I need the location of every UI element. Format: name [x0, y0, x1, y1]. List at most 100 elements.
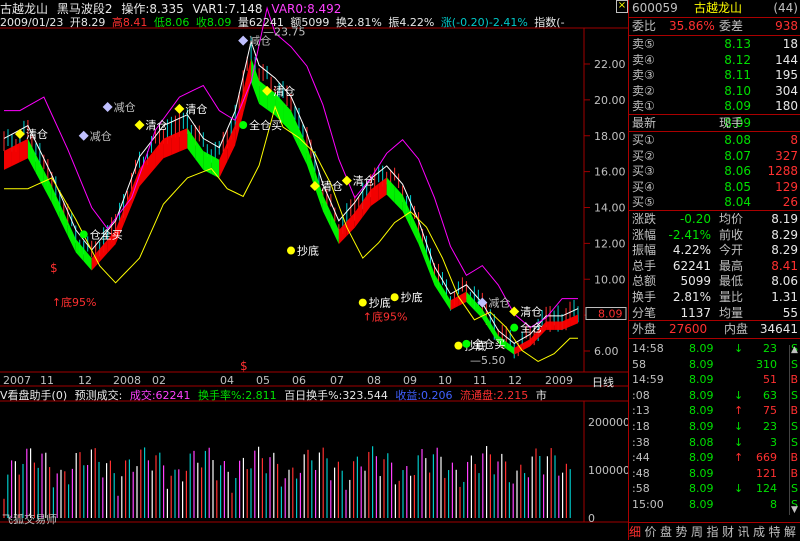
- tick-row: :18 8.09 ↓ 23 S: [629, 419, 800, 435]
- order-label: 买②: [632, 148, 655, 163]
- date-axis: 2007 11 12 2008 02 04 05 06 07 08 09 10 11 12 2009 日线: [0, 374, 628, 389]
- panel-stock-name: 古越龙山: [694, 1, 743, 15]
- trend-band: [171, 131, 180, 155]
- tick-price: 8.09: [689, 373, 714, 387]
- stat-label-2: 前收: [719, 227, 744, 242]
- trend-band: [163, 135, 172, 159]
- tick-time: :18: [632, 420, 650, 433]
- dollar-marker: $: [50, 261, 58, 275]
- var0-value: VAR0:8.492: [271, 2, 342, 14]
- weicha-value: 938: [775, 19, 798, 33]
- tick-scrollbar[interactable]: ▲ ▼: [789, 345, 799, 515]
- price-chart-svg[interactable]: 22.0020.0018.0016.0014.0012.0010.008.006…: [0, 0, 628, 540]
- indicator-name[interactable]: 黑马波段2: [57, 2, 113, 14]
- market-label: 市: [535, 389, 547, 401]
- price-axis-label: 20.00: [594, 94, 626, 107]
- tick-qty: 8: [770, 498, 777, 511]
- panel-tab[interactable]: 盘: [660, 523, 672, 541]
- order-label: 卖①: [632, 99, 655, 114]
- neipan-label: 内盘: [724, 322, 749, 336]
- date-tick: 11: [40, 374, 54, 387]
- panel-tab[interactable]: 周: [691, 523, 703, 541]
- trend-band: [394, 186, 403, 212]
- stat-value-2: 8.19: [771, 212, 798, 226]
- signal-marker: [102, 102, 113, 113]
- neipan-value: 34641: [759, 322, 798, 336]
- tick-qty: 63: [763, 388, 777, 402]
- resistance-line: [4, 6, 578, 329]
- stat-value: 1137: [680, 305, 711, 320]
- order-price: 8.06: [724, 164, 751, 179]
- stat-value-2: 8.06: [771, 274, 798, 289]
- trend-band: [378, 177, 387, 201]
- signal-marker: [358, 298, 367, 307]
- date-tick: 2008: [113, 374, 141, 387]
- tick-time: 14:58: [632, 342, 664, 355]
- order-volume: 144: [775, 52, 798, 67]
- close-icon[interactable]: ×: [616, 0, 628, 13]
- weibi-label: 委比: [632, 19, 657, 33]
- signal-label: 减仓: [114, 100, 136, 114]
- stat-row: 总额 5099 最低 8.06: [629, 273, 800, 289]
- signal-marker: [238, 35, 249, 46]
- stock-name: 古越龙山: [0, 2, 49, 14]
- signal-label: 清仓: [185, 102, 207, 116]
- price-axis-label: 12.00: [594, 237, 626, 250]
- order-price: 8.04: [724, 195, 751, 210]
- tick-qty: 121: [756, 466, 777, 480]
- weicha-label: 委差: [719, 19, 744, 33]
- panel-tab[interactable]: 解: [784, 523, 796, 541]
- order-volume: 180: [775, 99, 798, 114]
- order-price: 8.11: [724, 68, 751, 83]
- trend-band: [554, 321, 563, 330]
- turnover-rate: 换手率%:2.811: [198, 389, 277, 401]
- vol-forecast: 预测成交:: [74, 389, 123, 401]
- stat-row: 涨跌 -0.20 均价 8.19: [629, 211, 800, 227]
- vol-indicator-title[interactable]: V看盘助手(0): [0, 389, 67, 401]
- signal-label: 全仓买: [249, 118, 282, 132]
- kline-chart-area[interactable]: 22.0020.0018.0016.0014.0012.0010.008.006…: [0, 0, 628, 540]
- order-volume: 327: [775, 148, 798, 163]
- quote-amount: 额5099: [290, 16, 330, 28]
- tick-time: :58: [632, 482, 650, 496]
- bottom-95-label: ↑底95%: [52, 295, 97, 309]
- panel-tab[interactable]: 指: [707, 523, 719, 541]
- weibi-value: 35.86%: [669, 19, 715, 33]
- panel-tab[interactable]: 讯: [738, 523, 750, 541]
- order-price: 8.10: [724, 83, 751, 98]
- buy-order-row: 买③ 8.06 1288: [629, 163, 800, 179]
- trend-band: [4, 146, 12, 170]
- tick-price: 8.09: [689, 482, 714, 496]
- date-tick: 12: [508, 374, 522, 387]
- panel-tab[interactable]: 价: [645, 523, 657, 541]
- tick-qty: 3: [770, 435, 777, 449]
- signal-marker: [79, 230, 88, 239]
- panel-tab[interactable]: 财: [722, 523, 734, 541]
- volume-axis-label: 100000: [588, 464, 628, 477]
- order-volume: 304: [775, 83, 798, 98]
- var1-value: VAR1:7.148: [192, 2, 263, 14]
- stat-label: 涨跌: [632, 212, 657, 226]
- panel-tab[interactable]: 成: [753, 523, 765, 541]
- panel-tab[interactable]: 特: [769, 523, 781, 541]
- float-cap: 流通盘:2.215: [460, 389, 529, 401]
- stat-label: 分笔: [632, 305, 657, 320]
- stat-label: 涨幅: [632, 227, 657, 242]
- tick-price: 8.09: [689, 357, 714, 371]
- quote-panel: 600059 古越龙山 (44) 委比 35.86% 委差 938 卖⑤ 8.13…: [628, 0, 800, 540]
- order-label: 买③: [632, 164, 655, 179]
- stat-label: 总额: [632, 274, 657, 289]
- panel-tab[interactable]: 细: [629, 523, 641, 541]
- date-tick: 09: [403, 374, 417, 387]
- tick-row: 14:58 8.09 ↓ 23 S: [629, 341, 800, 357]
- quote-amplitude: 振4.22%: [388, 16, 435, 28]
- panel-tab[interactable]: 势: [676, 523, 688, 541]
- xianshou-label: 现手: [719, 116, 744, 130]
- stat-value: 2.81%: [672, 290, 711, 304]
- stock-code: 600059: [632, 1, 678, 15]
- price-axis-label: 10.00: [594, 273, 626, 286]
- order-label: 卖③: [632, 68, 655, 83]
- order-label: 卖⑤: [632, 37, 655, 51]
- signal-marker: [454, 341, 463, 350]
- buy-order-row: 买④ 8.05 129: [629, 179, 800, 195]
